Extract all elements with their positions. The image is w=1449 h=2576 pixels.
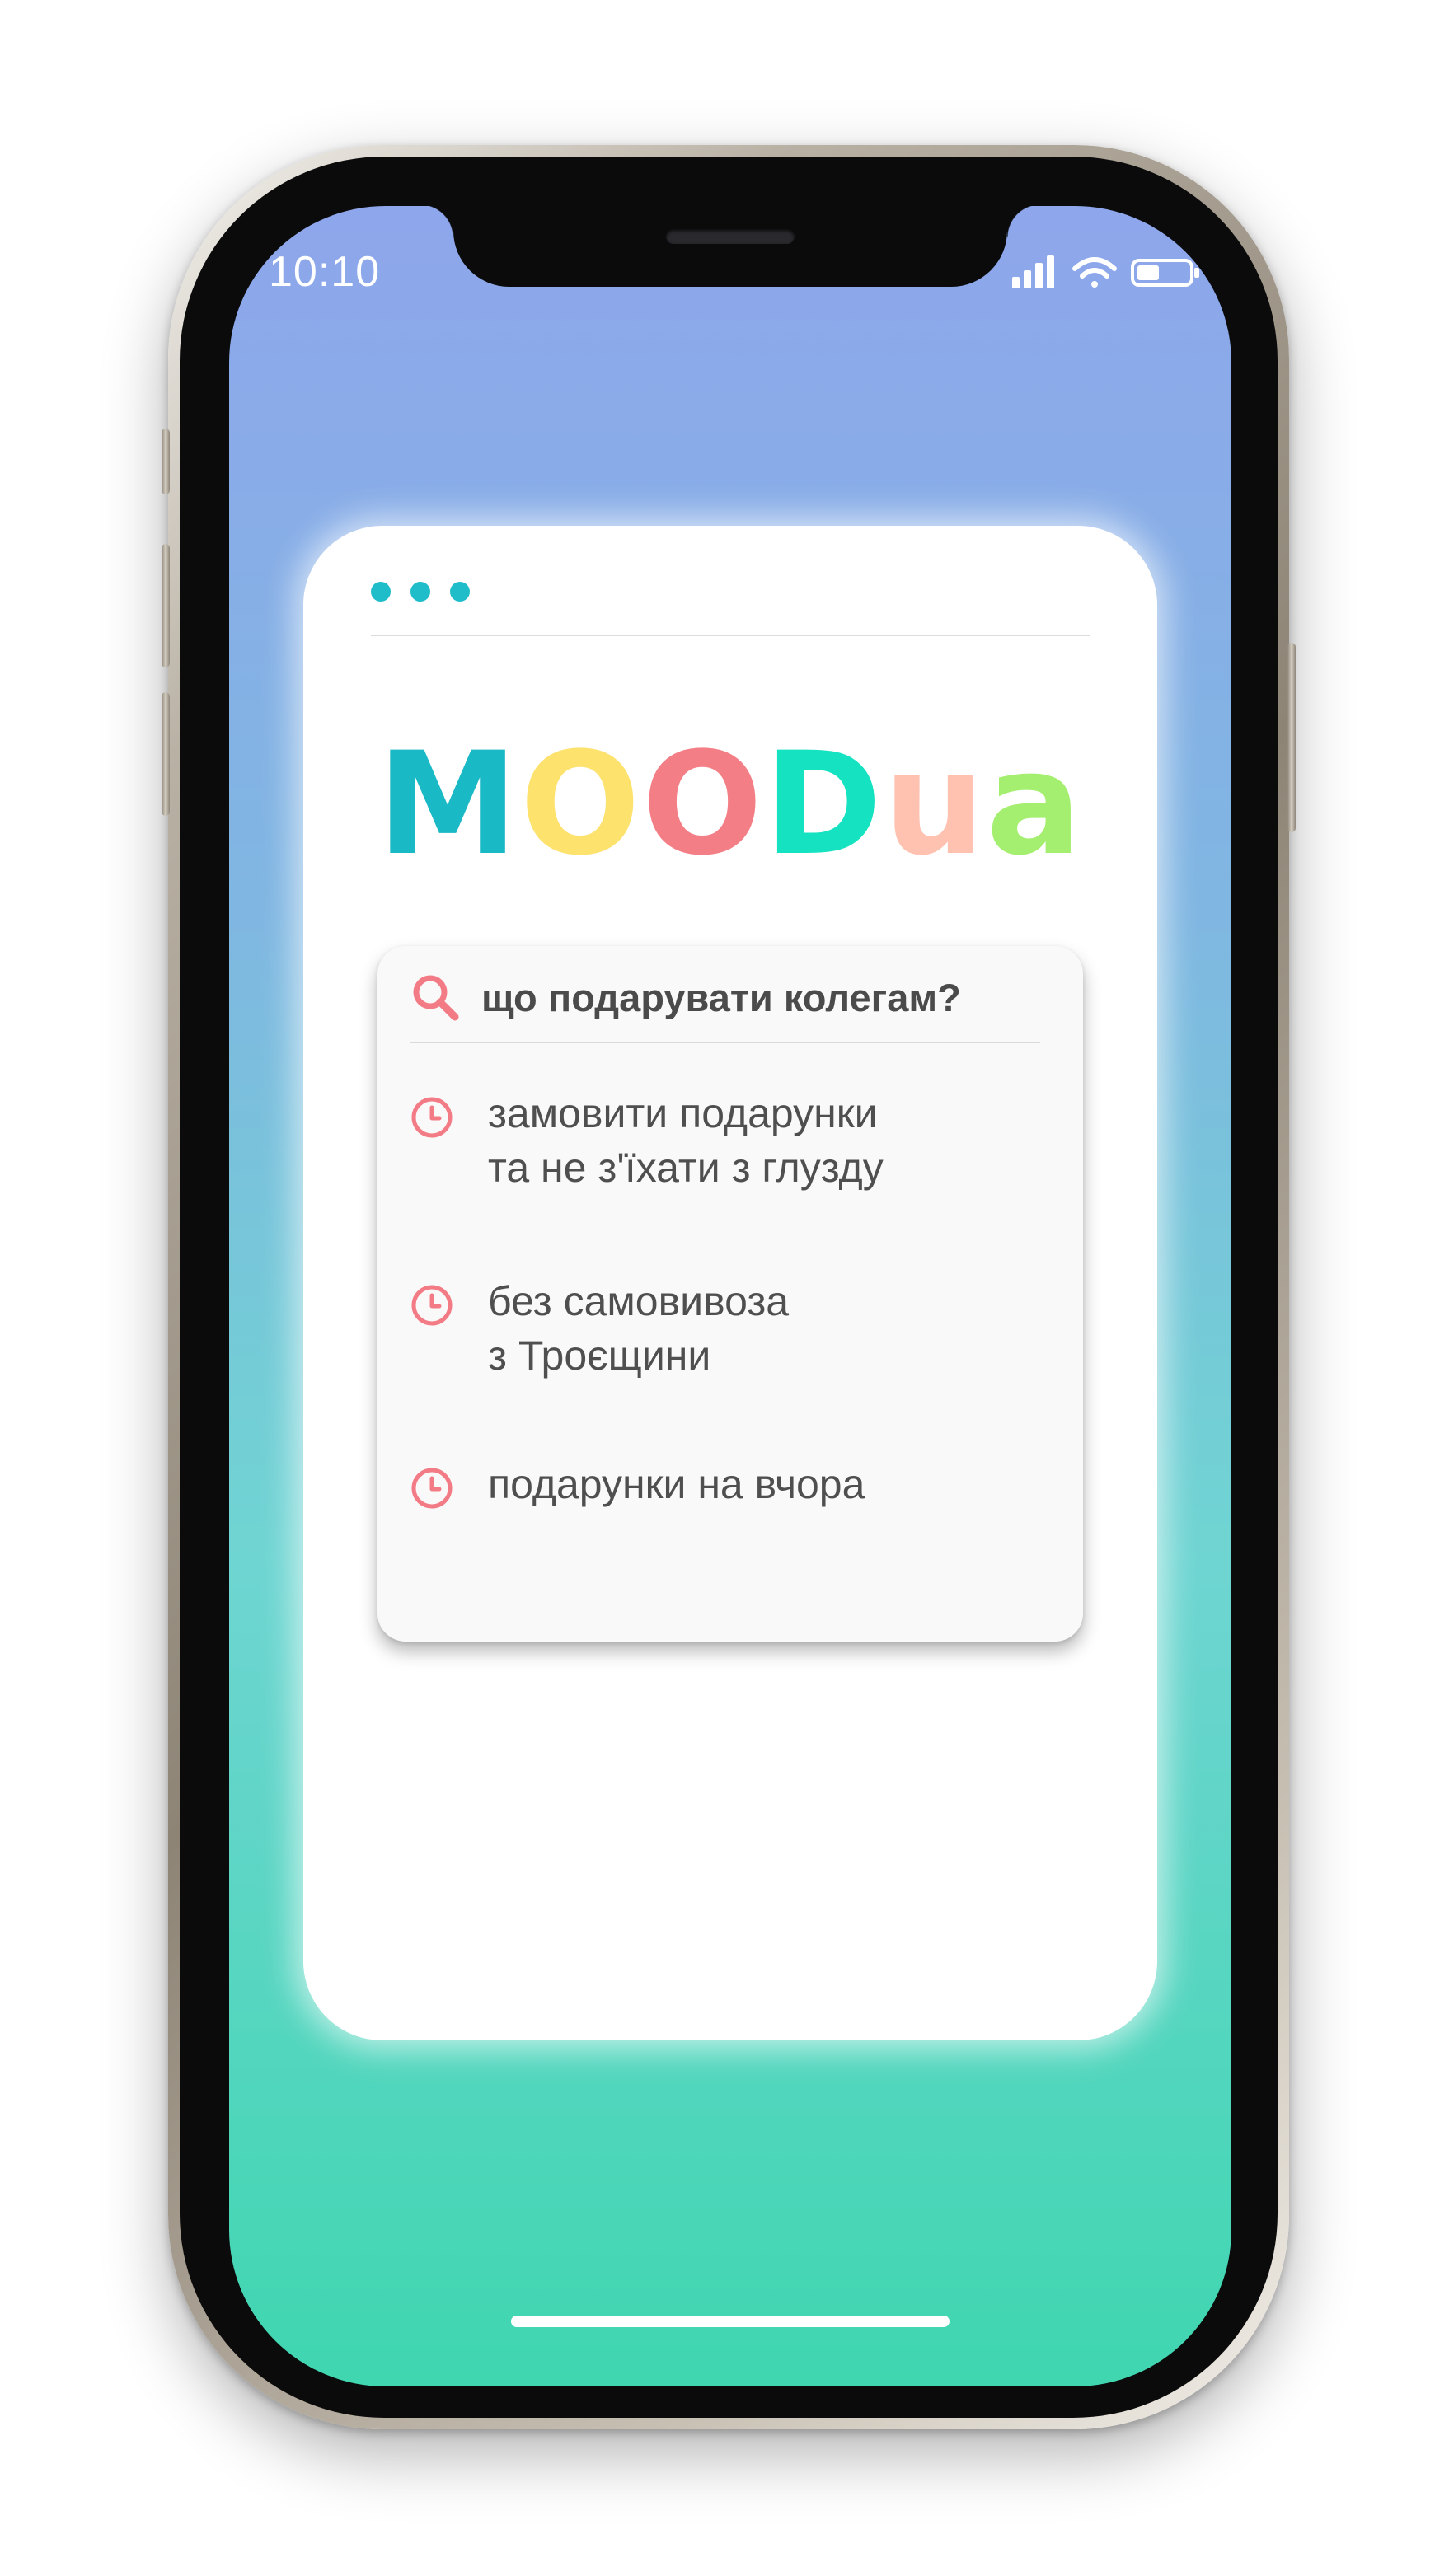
- logo-letter: O: [519, 721, 642, 887]
- suggestion-line: та не з'їхати з глузду: [488, 1145, 884, 1191]
- notch: [420, 206, 1040, 287]
- side-button-right: [1287, 643, 1296, 832]
- window-dot[interactable]: [450, 582, 470, 602]
- side-button-left-bottom: [162, 692, 170, 816]
- battery-icon: [1131, 259, 1199, 287]
- logo-letter: D: [764, 721, 884, 887]
- clock-icon: [411, 1285, 453, 1326]
- wifi-icon: [1072, 257, 1117, 288]
- search-divider: [410, 1042, 1040, 1043]
- card-divider: [371, 635, 1090, 636]
- window-dot[interactable]: [410, 582, 430, 602]
- status-icons: [1012, 255, 1199, 288]
- status-time: 10:10: [269, 248, 381, 296]
- speaker-grille: [666, 229, 795, 244]
- side-button-left-mid: [162, 544, 170, 667]
- search-panel: що подарувати колегам? замовити подарунк…: [377, 946, 1083, 1642]
- logo-letter: O: [641, 721, 765, 887]
- window-controls: [371, 582, 470, 607]
- side-button-left-top: [162, 429, 170, 494]
- suggestion-line: з Троєщини: [488, 1332, 711, 1379]
- window-dot[interactable]: [371, 582, 391, 602]
- suggestion-item[interactable]: без самовивоза з Троєщини: [409, 1274, 1058, 1383]
- suggestion-item[interactable]: замовити подарунки та не з'їхати з глузду: [409, 1086, 1058, 1195]
- phone-screen: 10:10 MOODua що подарувати колегам? замо…: [229, 206, 1231, 2386]
- logo-letter: M: [377, 721, 520, 887]
- logo-letter: a: [986, 721, 1084, 887]
- logo-letter: u: [883, 721, 987, 887]
- suggestion-text: подарунки на вчора: [488, 1457, 865, 1511]
- suggestion-text: без самовивоза з Троєщини: [488, 1274, 789, 1383]
- suggestion-line: подарунки на вчора: [488, 1461, 865, 1507]
- clock-icon: [411, 1468, 453, 1509]
- main-card: MOODua що подарувати колегам? замовити п…: [303, 526, 1157, 2040]
- suggestion-text: замовити подарунки та не з'їхати з глузду: [488, 1086, 884, 1195]
- clock-icon: [411, 1097, 453, 1138]
- suggestion-line: без самовивоза: [488, 1278, 790, 1324]
- suggestion-line: замовити подарунки: [488, 1090, 878, 1136]
- search-bar[interactable]: що подарувати колегам?: [409, 964, 1053, 1030]
- suggestion-item[interactable]: подарунки на вчора: [409, 1457, 1058, 1511]
- search-icon[interactable]: [409, 971, 462, 1023]
- moodua-logo: MOODua: [303, 733, 1157, 875]
- search-input[interactable]: що подарувати колегам?: [481, 975, 961, 1020]
- home-indicator[interactable]: [511, 2316, 950, 2327]
- cellular-signal-icon: [1012, 255, 1054, 288]
